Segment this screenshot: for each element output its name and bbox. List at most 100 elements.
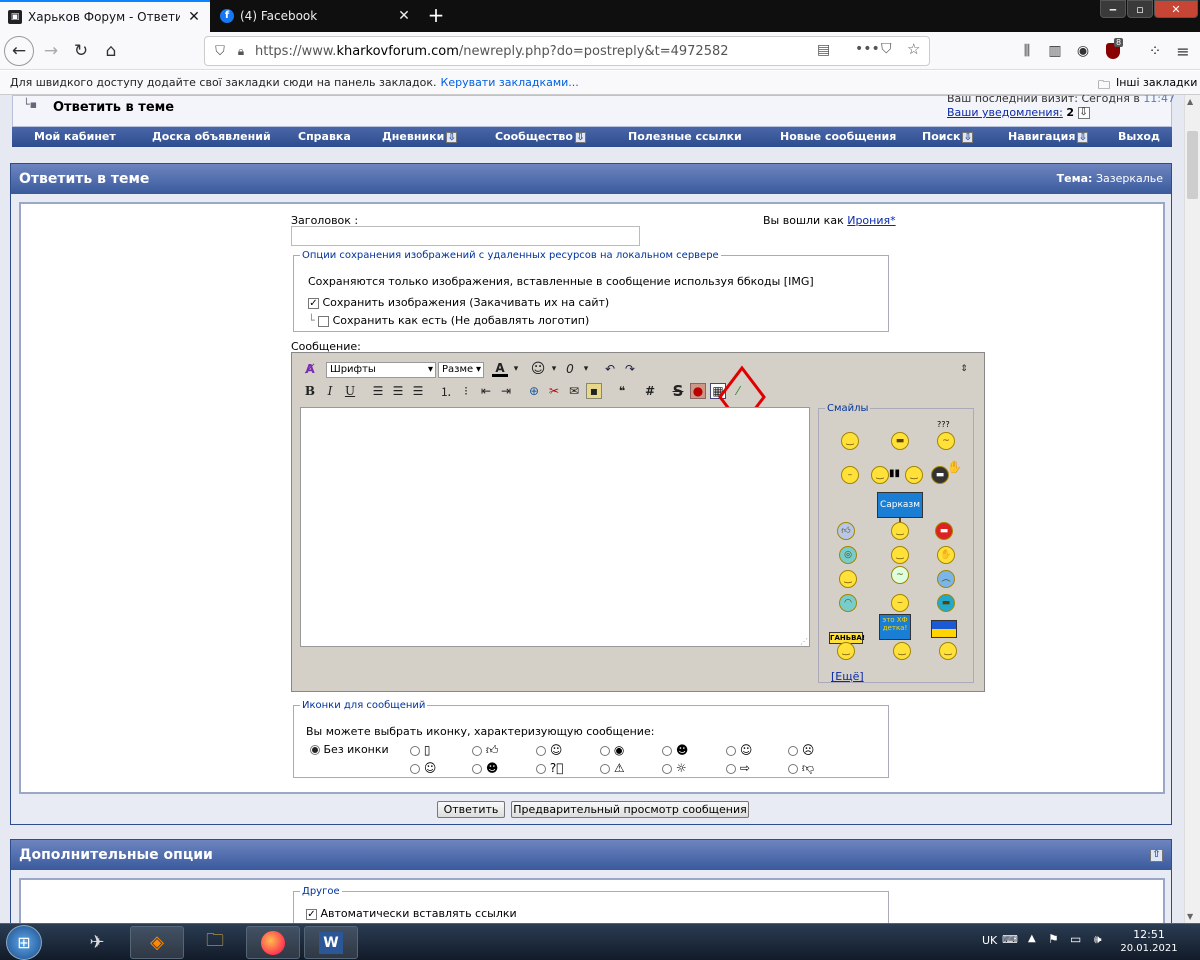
close-window-button[interactable]: ✕ [1154, 0, 1198, 18]
lock-icon[interactable]: 🔒︎ [231, 44, 251, 59]
insert-link-icon[interactable]: ⊕ [526, 383, 542, 399]
happy-icon[interactable]: ‿ [891, 546, 909, 564]
maximize-window-button[interactable]: ▫ [1127, 0, 1153, 18]
new-tab-plus-icon[interactable]: + [424, 4, 448, 28]
align-left-icon[interactable]: ☰ [370, 383, 386, 399]
reload-icon[interactable]: ↻ [66, 36, 96, 66]
action-center-flag-icon[interactable]: ⚑ [1048, 932, 1059, 946]
insert-smiley-icon[interactable]: ☺ [530, 361, 546, 377]
post-icon-option[interactable]: ?⃝ [536, 761, 563, 775]
font-select[interactable]: Шрифты ▾ [326, 362, 436, 378]
shy-icon[interactable]: ◠ [839, 594, 857, 612]
nav-useful-links[interactable]: Полезные ссылки [628, 130, 742, 143]
page-actions-icon[interactable]: ••• [855, 41, 880, 57]
angry-icon[interactable]: ▬ [935, 522, 953, 540]
chevron-down-icon[interactable]: ▾ [508, 361, 524, 377]
underline-icon[interactable]: U [342, 383, 358, 399]
account-icon[interactable]: ◉ [1068, 36, 1098, 66]
post-icon-option[interactable]: ☹ [788, 743, 814, 757]
post-icon-option[interactable]: ☺ [536, 743, 562, 757]
nav-help[interactable]: Справка [298, 130, 351, 143]
rock-hand-icon[interactable]: ✋ [947, 460, 962, 474]
outdent-icon[interactable]: ⇤ [478, 383, 494, 399]
size-select[interactable]: Разме ▾ [438, 362, 484, 378]
close-tab-icon[interactable]: ✕ [186, 9, 202, 25]
library-icon[interactable]: ⫼ [1012, 36, 1042, 66]
unsure-icon[interactable]: – [841, 466, 859, 484]
nav-search[interactable]: Поиск ⇩ [922, 130, 974, 143]
post-icon-option[interactable]: 👍︎ [472, 743, 498, 758]
cheers-left-icon[interactable]: ‿ [871, 466, 889, 484]
auto-links-option[interactable]: ✓ Автоматически вставлять ссылки [306, 907, 517, 920]
resize-grip-icon[interactable]: ⋰ [800, 637, 808, 646]
minimize-window-button[interactable]: ‒ [1100, 0, 1126, 18]
keyboard-icon[interactable]: ⌨ [1002, 933, 1018, 946]
cheers-right-icon[interactable]: ‿ [905, 466, 923, 484]
align-right-icon[interactable]: ☰ [410, 383, 426, 399]
insert-image-icon[interactable]: ▪ [586, 383, 602, 399]
scroll-down-icon[interactable]: ▼ [1187, 912, 1193, 921]
chevron-down-icon[interactable]: ▾ [578, 361, 594, 377]
post-icon-option[interactable]: ◉ [600, 743, 624, 757]
preview-button[interactable]: Предварительный просмотр сообщения [511, 801, 749, 818]
ordered-list-icon[interactable]: ⒈ [438, 383, 454, 399]
unordered-list-icon[interactable]: ⁝ [458, 383, 474, 399]
nav-new-posts[interactable]: Новые сообщения [780, 130, 896, 143]
scroll-up-icon[interactable]: ▲ [1187, 97, 1193, 106]
address-bar[interactable]: ⛉ 🔒︎ https://www.kharkovforum.com/newrep… [204, 36, 930, 66]
message-textarea[interactable] [300, 407, 810, 647]
subject-input[interactable] [291, 226, 640, 246]
remove-formatting-icon[interactable]: A̸ [302, 361, 318, 377]
nervous-icon[interactable]: ~ [891, 566, 909, 584]
collapse-icon[interactable]: ⇧ [1150, 849, 1163, 862]
language-indicator[interactable]: UK [982, 934, 997, 947]
post-icon-option[interactable]: ⇨ [726, 761, 750, 775]
xf-sign[interactable]: это ХФ детка! [879, 614, 911, 640]
show-hidden-icons-icon[interactable]: ▲ [1028, 933, 1036, 944]
facepalm-icon[interactable]: ✋ [937, 546, 955, 564]
home-icon[interactable]: ⌂ [96, 36, 126, 66]
scrollbar-thumb[interactable] [1187, 131, 1198, 199]
network-icon[interactable]: ▭ [1070, 932, 1081, 946]
confused-icon[interactable]: ~ [937, 432, 955, 450]
sarcasm-sign[interactable]: Сарказм [877, 492, 923, 518]
indent-icon[interactable]: ⇥ [498, 383, 514, 399]
no-icon-radio[interactable] [310, 745, 320, 755]
post-icon-option[interactable]: ☺ [726, 743, 752, 757]
alien-icon[interactable]: ◎ [839, 546, 857, 564]
volume-icon[interactable]: 🕪︎ [1094, 932, 1102, 947]
italic-icon[interactable]: I [322, 383, 338, 399]
media-app-icon[interactable]: ◈ [130, 926, 184, 959]
smiley-icon[interactable]: ‿ [841, 432, 859, 450]
chevron-down-icon[interactable]: ▾ [546, 361, 562, 377]
notifications[interactable]: Ваши уведомления: 2 ⇩ [947, 106, 1090, 119]
nav-diaries[interactable]: Дневники ⇩ [382, 130, 458, 143]
extensions-icon[interactable]: ⁘ [1140, 36, 1170, 66]
page-scrollbar[interactable]: ▲ ▼ [1184, 95, 1200, 923]
start-button-icon[interactable]: ⊞ [6, 925, 42, 960]
nav-classifieds[interactable]: Доска объявлений [152, 130, 271, 143]
submit-reply-button[interactable]: Ответить [437, 801, 505, 818]
close-tab-icon[interactable]: ✕ [396, 8, 412, 24]
wink-icon[interactable]: ‿ [839, 570, 857, 588]
pocket-icon[interactable]: ⛉ [881, 41, 892, 57]
nav-logout[interactable]: Выход [1118, 130, 1160, 143]
beer-mugs-icon[interactable]: ▮▮ [889, 468, 900, 479]
nav-community[interactable]: Сообщество ⇩ [495, 130, 586, 143]
keep-as-is-checkbox[interactable] [318, 315, 330, 327]
collapse-toolbar-icon[interactable]: ⇕ [956, 361, 972, 377]
remove-link-icon[interactable]: ✂ [546, 383, 562, 399]
redo-icon[interactable]: ↷ [622, 361, 638, 377]
no-icon-option[interactable]: Без иконки [310, 743, 389, 756]
file-explorer-icon[interactable]: 🗀︎ [188, 926, 242, 959]
username-link[interactable]: Ирония* [847, 214, 895, 227]
hash-tag-icon[interactable]: # [642, 383, 658, 399]
system-app-icon[interactable]: ✈ [70, 926, 124, 959]
post-icon-option[interactable]: ⚠ [600, 761, 625, 775]
post-icon-option[interactable]: ☼ [662, 761, 687, 775]
undo-icon[interactable]: ↶ [602, 361, 618, 377]
grin-icon[interactable]: ▬ [891, 432, 909, 450]
align-center-icon[interactable]: ☰ [390, 383, 406, 399]
tab-kharkov-forum[interactable]: ▣ Харьков Форум - Ответить в т ✕ [0, 0, 210, 32]
post-icon-option[interactable]: 👎︎ [788, 761, 814, 776]
